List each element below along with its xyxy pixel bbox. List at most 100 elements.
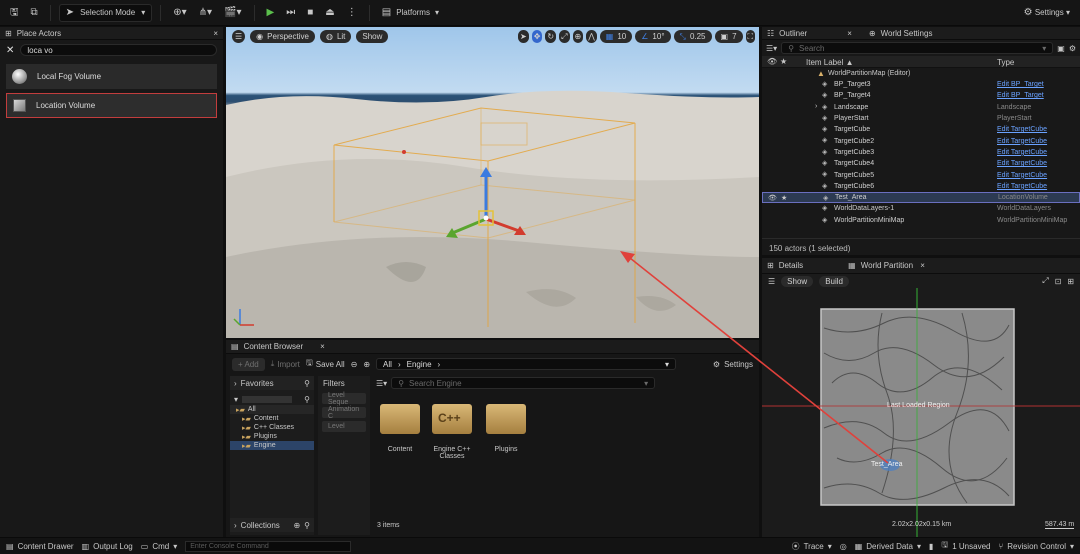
- cmd-dropdown[interactable]: ▭ Cmd ▾: [141, 542, 177, 551]
- translate-mode-button[interactable]: ✥: [531, 30, 543, 43]
- tree-item[interactable]: ▸▰ Engine: [230, 441, 314, 450]
- search-icon[interactable]: ⚲: [304, 379, 310, 388]
- world-settings-tab[interactable]: World Settings: [881, 29, 933, 38]
- rotate-mode-button[interactable]: ↻: [545, 30, 557, 43]
- outliner-row[interactable]: ◈ WorldDataLayers-1 WorldDataLayers: [762, 203, 1080, 214]
- filter-level[interactable]: Level: [322, 421, 366, 432]
- folder-plugins-icon[interactable]: [486, 404, 526, 434]
- add-button[interactable]: + Add: [232, 357, 265, 371]
- console-command-input[interactable]: Enter Console Command: [185, 540, 352, 552]
- outliner-row[interactable]: ◈ BP_Target4 Edit BP_Target: [762, 90, 1080, 101]
- tree-item[interactable]: ▸▰ All: [230, 405, 314, 414]
- world-partition-map[interactable]: [762, 288, 1080, 537]
- blueprint-icon[interactable]: ⋔▾: [195, 4, 216, 22]
- place-actors-search-input[interactable]: loca vo: [20, 44, 217, 56]
- outliner-row-type[interactable]: Edit TargetCube: [997, 160, 1047, 167]
- lit-button[interactable]: ◍ Lit: [319, 30, 352, 43]
- world-partition-tab[interactable]: World Partition: [861, 261, 913, 270]
- collections-header[interactable]: › Collections ⊕ ⚲: [230, 518, 314, 532]
- save-all-button[interactable]: 🖫 Save All: [306, 357, 345, 371]
- outliner-row-type[interactable]: Edit BP_Target: [997, 92, 1044, 99]
- grid-toggle-icon[interactable]: ⊞: [1067, 277, 1074, 286]
- settings-button[interactable]: ⚙ Settings ▾: [1020, 4, 1074, 22]
- camera-speed-button[interactable]: ▣ 7: [714, 30, 743, 43]
- maximize-viewport-button[interactable]: ⛶: [745, 30, 756, 43]
- filter-icon[interactable]: ☰▾: [376, 379, 387, 388]
- filter-level-sequence[interactable]: Level Seque: [322, 392, 366, 406]
- folder-content-icon[interactable]: [380, 404, 420, 434]
- step-icon[interactable]: ⏭: [282, 4, 299, 22]
- outliner-row[interactable]: ◈ PlayerStart PlayerStart: [762, 113, 1080, 124]
- world-local-button[interactable]: ⊕: [572, 30, 584, 43]
- play-icon[interactable]: ▶: [263, 4, 279, 22]
- folder-engine-cpp-icon[interactable]: C++: [432, 404, 472, 434]
- record-icon[interactable]: ◎: [840, 542, 847, 551]
- tree-item[interactable]: ▸▰ Content: [230, 414, 314, 423]
- outliner-row[interactable]: ◈ TargetCube Edit TargetCube: [762, 124, 1080, 135]
- derived-data-button[interactable]: ▦ Derived Data ▾: [855, 542, 921, 551]
- outliner-row[interactable]: ◈ BP_Target3 Edit BP_Target: [762, 79, 1080, 90]
- cinematics-icon[interactable]: 🎬▾: [220, 4, 245, 22]
- forward-icon[interactable]: ⊕: [363, 360, 370, 369]
- details-tab[interactable]: Details: [779, 261, 803, 270]
- tree-item[interactable]: ▸▰ Plugins: [230, 432, 314, 441]
- save-icon[interactable]: 🖫: [6, 4, 23, 22]
- content-browser-tab[interactable]: Content Browser: [244, 342, 304, 351]
- outliner-row-type[interactable]: Edit TargetCube: [997, 172, 1047, 179]
- wp-build-button[interactable]: Build: [819, 275, 849, 287]
- search-icon[interactable]: ⚲: [304, 395, 310, 404]
- output-log-button[interactable]: ▥ Output Log: [82, 542, 133, 551]
- scale-snap-button[interactable]: ⤡ 0.25: [673, 30, 712, 43]
- add-content-icon[interactable]: ⊕▾: [169, 4, 190, 22]
- show-button[interactable]: Show: [356, 30, 389, 43]
- outliner-search-input[interactable]: ⚲ Search ▾: [781, 42, 1054, 54]
- outliner-row-type[interactable]: Edit TargetCube: [997, 126, 1047, 133]
- play-options-icon[interactable]: ⋮: [343, 4, 361, 22]
- outliner-row[interactable]: ◈ TargetCube3 Edit TargetCube: [762, 147, 1080, 158]
- item-label-column-header[interactable]: Item Label ▲: [806, 58, 854, 67]
- cb-settings-button[interactable]: ⚙ Settings: [713, 360, 753, 369]
- selection-mode-dropdown[interactable]: ➤ Selection Mode ▾: [58, 3, 153, 22]
- close-icon[interactable]: ×: [320, 342, 325, 351]
- breadcrumb-all[interactable]: All: [383, 360, 392, 369]
- viewport-menu-button[interactable]: ☰: [232, 30, 246, 43]
- outliner-row[interactable]: ◈ TargetCube2 Edit TargetCube: [762, 135, 1080, 146]
- outliner-row[interactable]: ◈ TargetCube4 Edit TargetCube: [762, 158, 1080, 169]
- outliner-row-type[interactable]: Edit TargetCube: [997, 138, 1047, 145]
- outliner-tab[interactable]: Outliner: [779, 29, 807, 38]
- outliner-row[interactable]: › ◈ Landscape Landscape: [762, 102, 1080, 113]
- filter-animation[interactable]: Animation C: [322, 406, 366, 420]
- stop-icon[interactable]: ■: [303, 4, 317, 22]
- add-collection-icon[interactable]: ⊕: [293, 521, 300, 530]
- outliner-row-type[interactable]: Edit BP_Target: [997, 81, 1044, 88]
- star-icon[interactable]: ★: [781, 194, 787, 202]
- grid-snap-button[interactable]: ▦ 10: [599, 30, 633, 43]
- surface-snap-button[interactable]: ⋀: [586, 30, 597, 43]
- gear-icon[interactable]: ⚙: [1069, 44, 1076, 53]
- search-icon[interactable]: ⚲: [304, 521, 310, 530]
- trace-button[interactable]: ⦿ Trace ▾: [792, 541, 832, 552]
- unsaved-button[interactable]: 🖫 1 Unsaved: [941, 539, 990, 553]
- project-row[interactable]: ▾ ⚲: [230, 393, 314, 405]
- scale-mode-button[interactable]: ⤢: [559, 30, 570, 43]
- folder-add-icon[interactable]: ▣: [1057, 44, 1065, 53]
- outliner-row[interactable]: ◈ WorldPartitionMiniMap WorldPartitionMini…: [762, 215, 1080, 226]
- outliner-row[interactable]: ◈ TargetCube6 Edit TargetCube: [762, 181, 1080, 192]
- import-button[interactable]: ⤓ Import: [271, 359, 300, 369]
- actor-item-location-volume[interactable]: Location Volume: [6, 93, 217, 118]
- outliner-row[interactable]: 👁 ★ ◈ Test_Area LocationVolume: [762, 191, 1080, 204]
- back-icon[interactable]: ⊖: [351, 360, 358, 369]
- chevron-right-icon[interactable]: ›: [815, 103, 817, 110]
- outliner-row-type[interactable]: Edit TargetCube: [997, 183, 1047, 190]
- content-drawer-button[interactable]: ▤ Content Drawer: [6, 542, 74, 551]
- wp-show-button[interactable]: Show: [781, 275, 814, 287]
- actor-item-local-fog-volume[interactable]: Local Fog Volume: [6, 64, 217, 89]
- platforms-button[interactable]: ▤ Platforms ▾: [378, 4, 443, 22]
- rotation-snap-button[interactable]: ∠ 10°: [635, 30, 671, 43]
- asset-search-input[interactable]: ⚲ Search Engine ▾: [391, 377, 656, 389]
- eject-icon[interactable]: ⏏: [321, 4, 338, 22]
- hamburger-icon[interactable]: ☰: [768, 277, 775, 286]
- revision-control-button[interactable]: ⑂ Revision Control ▾: [998, 542, 1074, 551]
- type-column-header[interactable]: Type: [997, 58, 1014, 67]
- select-mode-button[interactable]: ➤: [518, 30, 529, 43]
